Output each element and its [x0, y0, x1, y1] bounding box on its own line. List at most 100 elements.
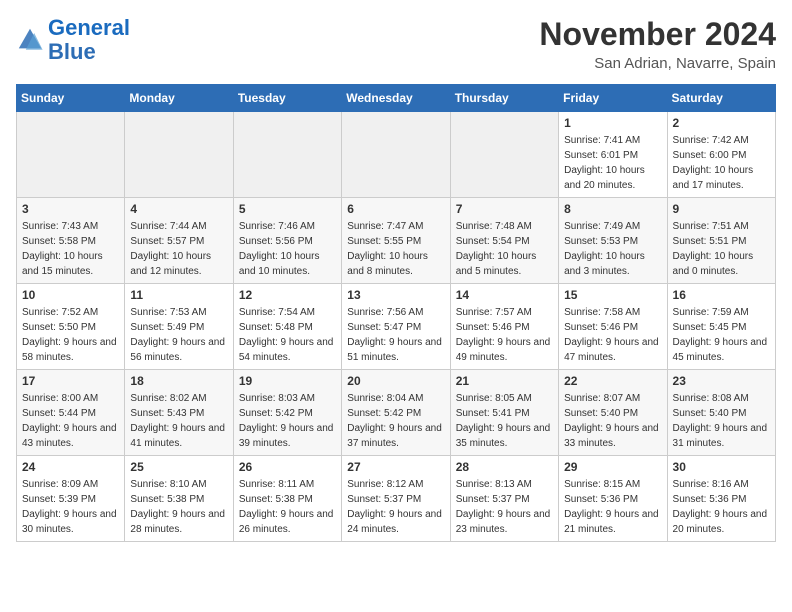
calendar-cell: 25Sunrise: 8:10 AMSunset: 5:38 PMDayligh…	[125, 456, 233, 542]
day-info: Sunset: 6:01 PM	[564, 148, 661, 163]
day-info: Daylight: 9 hours and 37 minutes.	[347, 421, 444, 451]
day-info: Daylight: 9 hours and 51 minutes.	[347, 335, 444, 365]
day-info: Sunrise: 7:51 AM	[673, 219, 770, 234]
day-number: 24	[22, 460, 119, 474]
day-number: 3	[22, 202, 119, 216]
calendar-cell: 11Sunrise: 7:53 AMSunset: 5:49 PMDayligh…	[125, 284, 233, 370]
day-info: Daylight: 10 hours and 10 minutes.	[239, 249, 336, 279]
day-info: Sunset: 5:36 PM	[564, 492, 661, 507]
day-info: Daylight: 9 hours and 31 minutes.	[673, 421, 770, 451]
location: San Adrian, Navarre, Spain	[539, 55, 776, 72]
day-number: 15	[564, 288, 661, 302]
day-number: 19	[239, 374, 336, 388]
day-info: Sunrise: 7:56 AM	[347, 305, 444, 320]
day-info: Sunrise: 7:57 AM	[456, 305, 553, 320]
day-number: 7	[456, 202, 553, 216]
day-info: Sunset: 5:42 PM	[347, 406, 444, 421]
day-info: Sunset: 5:42 PM	[239, 406, 336, 421]
day-number: 2	[673, 116, 770, 130]
calendar-cell: 18Sunrise: 8:02 AMSunset: 5:43 PMDayligh…	[125, 370, 233, 456]
day-number: 4	[130, 202, 227, 216]
day-info: Sunset: 5:46 PM	[456, 320, 553, 335]
day-number: 23	[673, 374, 770, 388]
month-title: November 2024	[539, 16, 776, 53]
day-of-week-header: Tuesday	[233, 85, 341, 112]
day-of-week-header: Saturday	[667, 85, 775, 112]
day-info: Sunrise: 8:12 AM	[347, 477, 444, 492]
day-number: 6	[347, 202, 444, 216]
day-number: 11	[130, 288, 227, 302]
title-area: November 2024 San Adrian, Navarre, Spain	[539, 16, 776, 72]
day-info: Sunrise: 7:43 AM	[22, 219, 119, 234]
day-info: Daylight: 9 hours and 24 minutes.	[347, 507, 444, 537]
calendar-cell: 20Sunrise: 8:04 AMSunset: 5:42 PMDayligh…	[342, 370, 450, 456]
day-number: 1	[564, 116, 661, 130]
day-info: Daylight: 9 hours and 26 minutes.	[239, 507, 336, 537]
day-number: 18	[130, 374, 227, 388]
day-info: Sunrise: 8:11 AM	[239, 477, 336, 492]
day-info: Daylight: 10 hours and 15 minutes.	[22, 249, 119, 279]
calendar-cell: 22Sunrise: 8:07 AMSunset: 5:40 PMDayligh…	[559, 370, 667, 456]
calendar-week-row: 3Sunrise: 7:43 AMSunset: 5:58 PMDaylight…	[17, 198, 776, 284]
day-info: Sunrise: 7:49 AM	[564, 219, 661, 234]
day-info: Sunrise: 7:46 AM	[239, 219, 336, 234]
day-info: Sunrise: 8:08 AM	[673, 391, 770, 406]
calendar-cell: 30Sunrise: 8:16 AMSunset: 5:36 PMDayligh…	[667, 456, 775, 542]
day-info: Sunrise: 7:54 AM	[239, 305, 336, 320]
calendar-table: SundayMondayTuesdayWednesdayThursdayFrid…	[16, 84, 776, 542]
calendar-week-row: 24Sunrise: 8:09 AMSunset: 5:39 PMDayligh…	[17, 456, 776, 542]
day-info: Sunrise: 7:44 AM	[130, 219, 227, 234]
day-info: Sunrise: 7:48 AM	[456, 219, 553, 234]
calendar-cell: 9Sunrise: 7:51 AMSunset: 5:51 PMDaylight…	[667, 198, 775, 284]
day-info: Daylight: 10 hours and 0 minutes.	[673, 249, 770, 279]
day-number: 28	[456, 460, 553, 474]
calendar-cell: 26Sunrise: 8:11 AMSunset: 5:38 PMDayligh…	[233, 456, 341, 542]
day-info: Daylight: 9 hours and 21 minutes.	[564, 507, 661, 537]
day-info: Sunset: 5:55 PM	[347, 234, 444, 249]
calendar-week-row: 10Sunrise: 7:52 AMSunset: 5:50 PMDayligh…	[17, 284, 776, 370]
day-number: 25	[130, 460, 227, 474]
day-info: Sunrise: 7:59 AM	[673, 305, 770, 320]
day-info: Daylight: 10 hours and 3 minutes.	[564, 249, 661, 279]
day-info: Sunset: 5:53 PM	[564, 234, 661, 249]
day-info: Sunset: 5:58 PM	[22, 234, 119, 249]
day-info: Sunset: 5:46 PM	[564, 320, 661, 335]
day-info: Daylight: 9 hours and 56 minutes.	[130, 335, 227, 365]
day-info: Sunrise: 8:13 AM	[456, 477, 553, 492]
day-of-week-header: Monday	[125, 85, 233, 112]
day-info: Daylight: 10 hours and 17 minutes.	[673, 163, 770, 193]
day-info: Daylight: 9 hours and 35 minutes.	[456, 421, 553, 451]
day-info: Daylight: 9 hours and 49 minutes.	[456, 335, 553, 365]
calendar-header-row: SundayMondayTuesdayWednesdayThursdayFrid…	[17, 85, 776, 112]
logo-text: General Blue	[48, 16, 130, 64]
calendar-cell: 27Sunrise: 8:12 AMSunset: 5:37 PMDayligh…	[342, 456, 450, 542]
day-info: Sunset: 5:40 PM	[564, 406, 661, 421]
calendar-cell: 15Sunrise: 7:58 AMSunset: 5:46 PMDayligh…	[559, 284, 667, 370]
day-info: Daylight: 9 hours and 58 minutes.	[22, 335, 119, 365]
day-info: Sunrise: 7:47 AM	[347, 219, 444, 234]
day-info: Sunset: 5:38 PM	[239, 492, 336, 507]
day-info: Sunrise: 8:03 AM	[239, 391, 336, 406]
day-info: Sunset: 6:00 PM	[673, 148, 770, 163]
day-info: Sunrise: 8:10 AM	[130, 477, 227, 492]
day-info: Sunset: 5:48 PM	[239, 320, 336, 335]
day-info: Sunset: 5:54 PM	[456, 234, 553, 249]
day-info: Sunrise: 8:05 AM	[456, 391, 553, 406]
day-info: Sunset: 5:36 PM	[673, 492, 770, 507]
calendar-cell: 8Sunrise: 7:49 AMSunset: 5:53 PMDaylight…	[559, 198, 667, 284]
day-info: Sunset: 5:39 PM	[22, 492, 119, 507]
day-number: 12	[239, 288, 336, 302]
day-number: 29	[564, 460, 661, 474]
day-number: 21	[456, 374, 553, 388]
day-of-week-header: Thursday	[450, 85, 558, 112]
day-info: Sunrise: 7:42 AM	[673, 133, 770, 148]
day-info: Daylight: 9 hours and 54 minutes.	[239, 335, 336, 365]
day-info: Daylight: 9 hours and 23 minutes.	[456, 507, 553, 537]
calendar-cell: 6Sunrise: 7:47 AMSunset: 5:55 PMDaylight…	[342, 198, 450, 284]
day-of-week-header: Sunday	[17, 85, 125, 112]
day-info: Sunrise: 8:09 AM	[22, 477, 119, 492]
day-number: 17	[22, 374, 119, 388]
day-info: Sunset: 5:37 PM	[347, 492, 444, 507]
day-info: Daylight: 9 hours and 30 minutes.	[22, 507, 119, 537]
logo: General Blue	[16, 16, 130, 64]
